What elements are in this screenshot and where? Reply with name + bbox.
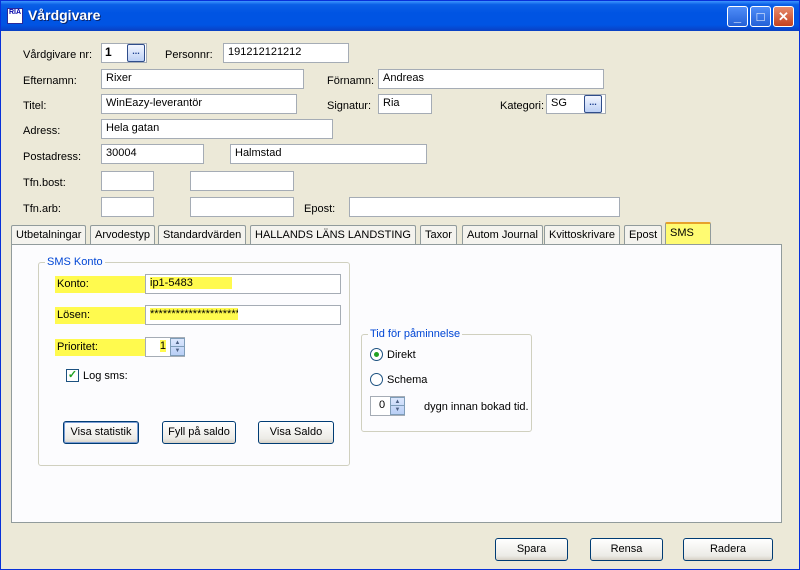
efternamn-field[interactable]: Rixer	[101, 69, 304, 89]
sms-konto-group: SMS Konto Konto: ip1-5483 Lösen: *******…	[38, 256, 350, 466]
losen-field[interactable]: **********************	[145, 305, 341, 325]
rensa-button[interactable]: Rensa	[590, 538, 663, 561]
kategori-label: Kategori:	[500, 100, 545, 112]
ort-field[interactable]: Halmstad	[230, 144, 427, 164]
tab-sms[interactable]: SMS	[665, 222, 711, 245]
efternamn-label: Efternamn:	[23, 75, 77, 87]
sms-tab-panel: SMS Konto Konto: ip1-5483 Lösen: *******…	[11, 244, 782, 523]
vardgivare-nr-label: Vårdgivare nr:	[23, 49, 93, 61]
spin-up-icon[interactable]: ▲	[391, 398, 404, 406]
direkt-radio[interactable]	[370, 348, 383, 361]
spin-down-icon[interactable]: ▼	[391, 406, 404, 414]
sms-konto-group-title: SMS Konto	[45, 256, 105, 268]
reminder-group-title: Tid för påminnelse	[368, 328, 463, 340]
tfn-arb-field-2[interactable]	[190, 197, 294, 217]
dygn-spinner[interactable]: ▲ ▼	[390, 397, 405, 415]
tab-utbetalningar[interactable]: Utbetalningar	[11, 225, 87, 245]
adress-field[interactable]: Hela gatan	[101, 119, 333, 139]
tab-taxor[interactable]: Taxor	[420, 225, 457, 245]
adress-label: Adress:	[23, 125, 61, 137]
personnr-field[interactable]: 191212121212	[223, 43, 349, 63]
vardgivare-nr-lookup-button[interactable]: ...	[127, 44, 145, 62]
tab-autom-journal[interactable]: Autom Journal	[462, 225, 543, 245]
fyll-pa-saldo-button[interactable]: Fyll på saldo	[162, 421, 236, 444]
visa-statistik-button[interactable]: Visa statistik	[63, 421, 139, 444]
app-icon: RIA	[7, 8, 23, 24]
tfn-bost-label: Tfn.bost:	[23, 177, 66, 189]
tab-kvittoskrivare[interactable]: Kvittoskrivare	[544, 225, 621, 245]
tab-arvodestyp[interactable]: Arvodestyp	[90, 225, 156, 245]
tab-epost[interactable]: Epost	[624, 225, 663, 245]
tfn-bost-field-1[interactable]	[101, 171, 154, 191]
spin-up-icon[interactable]: ▲	[171, 339, 184, 347]
log-sms-checkbox[interactable]: ✓	[66, 369, 79, 382]
tfn-bost-field-2[interactable]	[190, 171, 294, 191]
vardgivare-window: RIA Vårdgivare _ □ ✕ Vårdgivare nr: 1 ..…	[0, 0, 800, 570]
epost-field[interactable]	[349, 197, 620, 217]
schema-radio[interactable]	[370, 373, 383, 386]
personnr-label: Personnr:	[165, 49, 213, 61]
minimize-button[interactable]: _	[727, 6, 748, 27]
fornamn-field[interactable]: Andreas	[378, 69, 604, 89]
window-title: Vårdgivare	[28, 7, 101, 23]
kategori-lookup-button[interactable]: ...	[584, 95, 602, 113]
title-bar[interactable]: RIA Vårdgivare _ □ ✕	[1, 1, 799, 31]
tfn-arb-label: Tfn.arb:	[23, 203, 61, 215]
prioritet-spinner[interactable]: ▲ ▼	[170, 338, 185, 356]
titel-label: Titel:	[23, 100, 47, 112]
konto-field[interactable]: ip1-5483	[145, 274, 341, 294]
direkt-label: Direkt	[387, 349, 416, 361]
postadress-label: Postadress:	[23, 151, 82, 163]
spin-down-icon[interactable]: ▼	[171, 347, 184, 355]
maximize-button[interactable]: □	[750, 6, 771, 27]
visa-saldo-button[interactable]: Visa Saldo	[258, 421, 334, 444]
signatur-label: Signatur:	[327, 100, 372, 112]
tab-standardvarden[interactable]: Standardvärden	[158, 225, 247, 245]
dygn-label: dygn innan bokad tid.	[424, 401, 529, 413]
close-button[interactable]: ✕	[773, 6, 794, 27]
signatur-field[interactable]: Ria	[378, 94, 432, 114]
tfn-arb-field-1[interactable]	[101, 197, 154, 217]
reminder-group: Tid för påminnelse Direkt Schema 0 ▲ ▼ d…	[361, 328, 532, 432]
schema-label: Schema	[387, 374, 428, 386]
epost-label: Epost:	[304, 203, 336, 215]
titel-field[interactable]: WinEazy-leverantör	[101, 94, 297, 114]
tab-hallands-lans-landsting[interactable]: HALLANDS LÄNS LANDSTING	[250, 225, 416, 245]
log-sms-label: Log sms:	[83, 370, 128, 382]
fornamn-label: Förnamn:	[327, 75, 375, 87]
spara-button[interactable]: Spara	[495, 538, 568, 561]
radera-button[interactable]: Radera	[683, 538, 773, 561]
postnr-field[interactable]: 30004	[101, 144, 204, 164]
